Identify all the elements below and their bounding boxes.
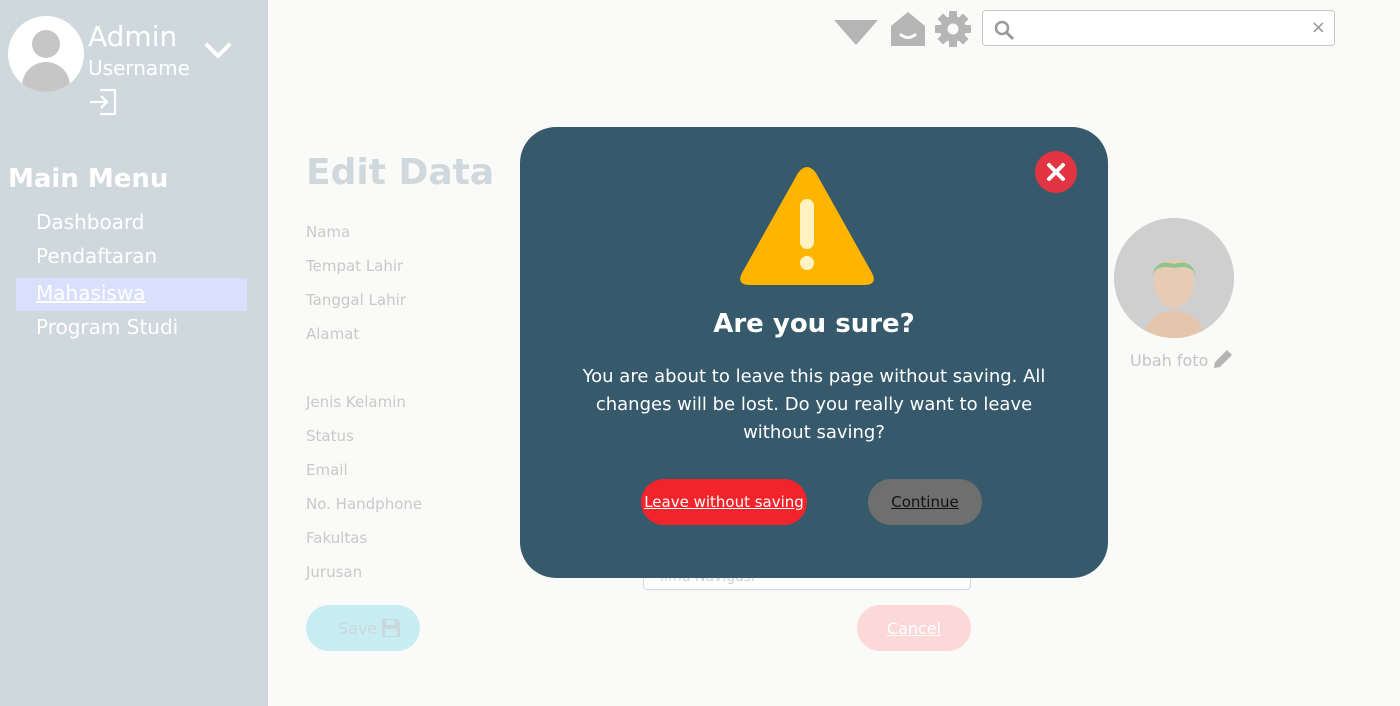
save-button[interactable]: Save: [306, 605, 420, 651]
user-name: Admin: [88, 20, 178, 53]
label-fakultas: Fakultas: [306, 529, 368, 547]
triangle-dropdown-icon[interactable]: [832, 14, 880, 48]
label-tanggal-lahir: Tanggal Lahir: [306, 291, 406, 309]
sidebar-item-mahasiswa[interactable]: Mahasiswa: [16, 278, 247, 311]
leave-without-saving-button[interactable]: Leave without saving: [641, 479, 807, 525]
label-jenis-kelamin: Jenis Kelamin: [306, 393, 406, 411]
logout-icon[interactable]: [88, 88, 118, 116]
clear-icon[interactable]: ×: [1311, 17, 1326, 38]
label-nama: Nama: [306, 223, 351, 241]
user-role: Username: [88, 56, 190, 80]
save-icon: [382, 619, 400, 637]
close-button[interactable]: [1035, 151, 1077, 193]
label-jurusan: Jurusan: [306, 563, 363, 581]
change-photo-link[interactable]: Ubah foto: [1130, 351, 1208, 370]
search-input[interactable]: [1021, 15, 1291, 41]
continue-button[interactable]: Continue: [868, 479, 982, 525]
dialog-message: You are about to leave this page without…: [582, 366, 1046, 443]
sidebar-item-program-studi[interactable]: Program Studi: [16, 312, 247, 345]
pencil-icon[interactable]: [1210, 346, 1236, 372]
sidebar: Admin Username Main Menu Dashboard Penda…: [0, 0, 268, 706]
gear-icon[interactable]: [934, 10, 972, 48]
close-icon: [1047, 163, 1065, 181]
main-menu-title: Main Menu: [8, 164, 169, 194]
home-icon[interactable]: [888, 10, 928, 48]
label-status: Status: [306, 427, 354, 445]
user-avatar-icon[interactable]: [8, 16, 84, 92]
cancel-button[interactable]: Cancel: [857, 605, 971, 651]
sidebar-item-dashboard[interactable]: Dashboard: [16, 207, 247, 240]
label-email: Email: [306, 461, 348, 479]
sidebar-item-pendaftaran[interactable]: Pendaftaran: [16, 241, 247, 274]
page-title: Edit Data: [306, 152, 495, 193]
warning-icon: [740, 167, 874, 285]
label-no-handphone: No. Handphone: [306, 495, 423, 513]
search-box: ×: [982, 10, 1335, 46]
search-icon: [994, 20, 1015, 41]
label-alamat: Alamat: [306, 325, 360, 343]
profile-photo: [1114, 218, 1234, 338]
chevron-down-icon[interactable]: [204, 40, 232, 62]
dialog-title: Are you sure?: [713, 309, 915, 339]
confirm-dialog: Are you sure? You are about to leave thi…: [520, 127, 1108, 578]
label-tempat-lahir: Tempat Lahir: [306, 257, 404, 275]
profile-portrait-icon: [1114, 218, 1234, 338]
